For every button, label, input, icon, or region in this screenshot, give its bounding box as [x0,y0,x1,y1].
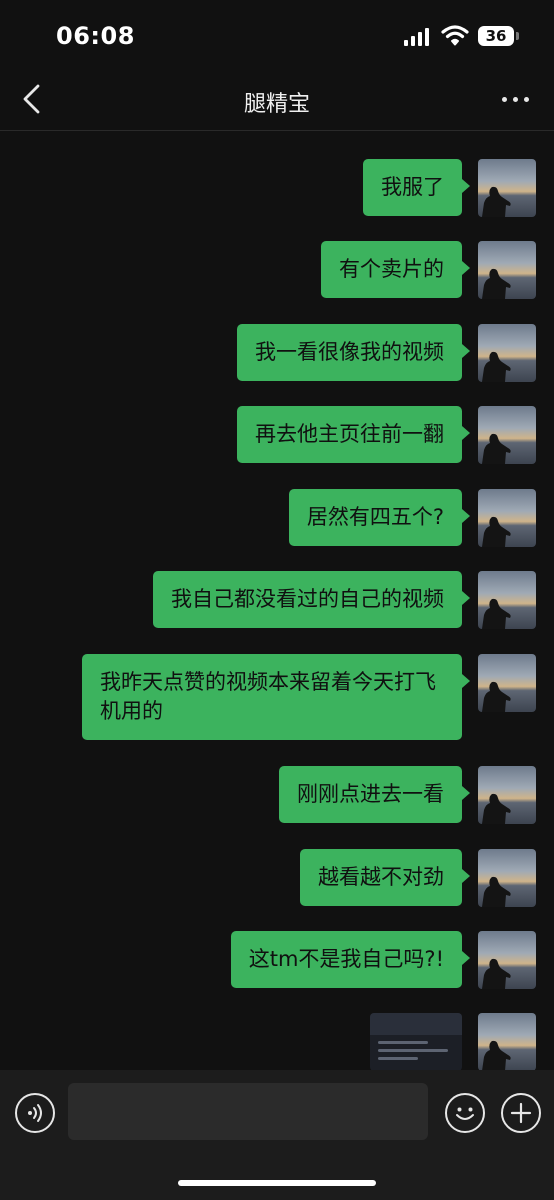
avatar[interactable] [478,1013,536,1071]
chat-title: 腿精宝 [243,92,310,117]
emoji-icon[interactable] [445,1093,485,1133]
message-row: 这tm不是我自己吗?! [230,931,536,989]
avatar[interactable] [478,159,536,217]
message-row: 我昨天点赞的视频本来留着今天打飞机用的 [82,654,536,740]
message-row: 刚刚点进去一看 [279,766,536,824]
battery-level: 36 [478,26,514,46]
avatar[interactable] [478,849,536,907]
message-bubble[interactable]: 有个卖片的 [321,241,470,298]
message-bubble[interactable]: 我服了 [363,159,470,216]
voice-icon[interactable] [15,1093,55,1133]
avatar[interactable] [478,654,536,712]
avatar[interactable] [478,571,536,629]
message-row [370,1013,536,1071]
message-bubble[interactable]: 再去他主页往前一翻 [237,406,470,463]
message-row: 居然有四五个? [288,489,536,547]
chat-header: 腿精宝 [0,70,554,131]
battery-tip [516,32,519,40]
avatar[interactable] [478,406,536,464]
message-bubble[interactable]: 我昨天点赞的视频本来留着今天打飞机用的 [82,654,470,740]
message-bubble[interactable]: 我自己都没看过的自己的视频 [153,571,470,628]
avatar[interactable] [478,489,536,547]
message-bubble[interactable]: 越看越不对劲 [300,849,470,906]
avatar[interactable] [478,241,536,299]
message-row: 我自己都没看过的自己的视频 [153,571,536,629]
avatar[interactable] [478,324,536,382]
home-indicator [178,1180,376,1186]
message-row: 越看越不对劲 [300,849,536,907]
message-row: 我服了 [363,159,536,217]
message-bubble[interactable]: 我一看很像我的视频 [237,324,470,381]
plus-icon[interactable] [501,1093,541,1133]
message-bubble[interactable]: 刚刚点进去一看 [279,766,470,823]
cellular-signal-icon [404,28,430,46]
status-bar: 06:08 36 [0,0,554,70]
message-bubble[interactable]: 这tm不是我自己吗?! [230,931,471,988]
message-row: 有个卖片的 [321,241,536,299]
message-bubble[interactable]: 居然有四五个? [288,489,471,546]
message-row: 我一看很像我的视频 [237,324,536,382]
message-row: 再去他主页往前一翻 [237,406,536,464]
avatar[interactable] [478,766,536,824]
message-input[interactable] [68,1083,428,1140]
image-message-thumbnail[interactable] [370,1013,462,1071]
more-dots-icon[interactable] [496,84,536,114]
wifi-icon [441,25,469,46]
status-time: 06:08 [56,22,135,50]
avatar[interactable] [478,931,536,989]
